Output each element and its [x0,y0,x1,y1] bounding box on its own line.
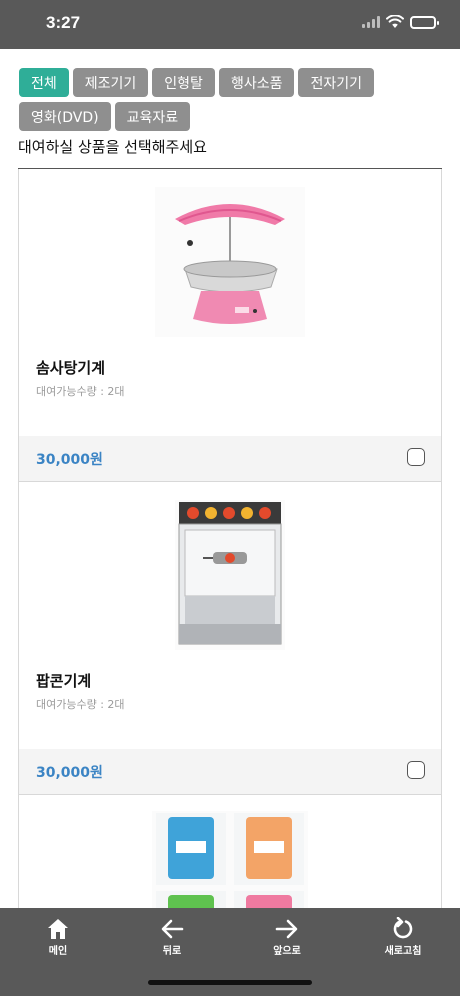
nav-back-button[interactable]: 뒤로 [132,917,212,957]
signal-icon [362,16,380,28]
category-tabs: 전체 제조기기 인형탈 행사소품 전자기기 영화(DVD) 교육자료 [19,68,439,131]
tab-manufacturing[interactable]: 제조기기 [72,68,149,97]
product-image [19,482,441,658]
select-checkbox[interactable] [407,761,425,779]
tab-education[interactable]: 교육자료 [114,102,191,131]
tab-movie-dvd[interactable]: 영화(DVD) [19,102,111,131]
product-name: 솜사탕기계 [36,359,106,377]
status-time: 3:27 [46,13,81,32]
battery-icon [410,15,439,29]
product-price: 30,000원 [36,452,103,468]
instruction-text: 대여하실 상품을 선택해주세요 [18,138,207,156]
product-list: 솜사탕기계 대여가능수량 : 2대 30,000원 팝콘기계 대여가능수량: … [18,169,442,936]
product-footer: 30,000원 [19,436,441,481]
product-name: 팝콘기계 [36,672,92,690]
status-bar: 3:27 [0,0,460,49]
product-image [19,169,441,345]
wifi-icon [386,15,404,28]
product-price: 30,000원 [36,765,103,781]
home-indicator [148,980,312,985]
cotton-candy-machine-image [155,187,305,337]
product-footer: 30,000원 [19,749,441,794]
status-icons [362,15,439,29]
tab-event-props[interactable]: 행사소품 [218,68,295,97]
arrow-left-icon [161,919,184,939]
select-checkbox[interactable] [407,448,425,466]
nav-label: 새로고침 [384,946,422,957]
home-icon [48,919,68,939]
nav-label: 앞으로 [273,946,301,957]
product-quantity: 대여가능수량 : 2대 [36,385,125,398]
nav-forward-button[interactable]: 앞으로 [247,917,327,957]
product-card[interactable]: 솜사탕기계 대여가능수량 : 2대 30,000원 [18,169,442,482]
refresh-icon [393,917,413,939]
nav-refresh-button[interactable]: 새로고침 [363,917,443,957]
arrow-right-icon [275,919,298,939]
nav-home-button[interactable]: 메인 [18,917,98,957]
nav-label: 뒤로 [162,946,182,957]
tab-mascot-costume[interactable]: 인형탈 [152,68,215,97]
tab-electronics[interactable]: 전자기기 [298,68,374,97]
nav-label: 메인 [48,946,68,957]
product-quantity: 대여가능수량 : 2대 [36,698,125,711]
tab-all[interactable]: 전체 [19,68,69,97]
product-card[interactable]: 팝콘기계 대여가능수량 : 2대 30,000원 [18,482,442,795]
popcorn-machine-image [175,500,285,650]
